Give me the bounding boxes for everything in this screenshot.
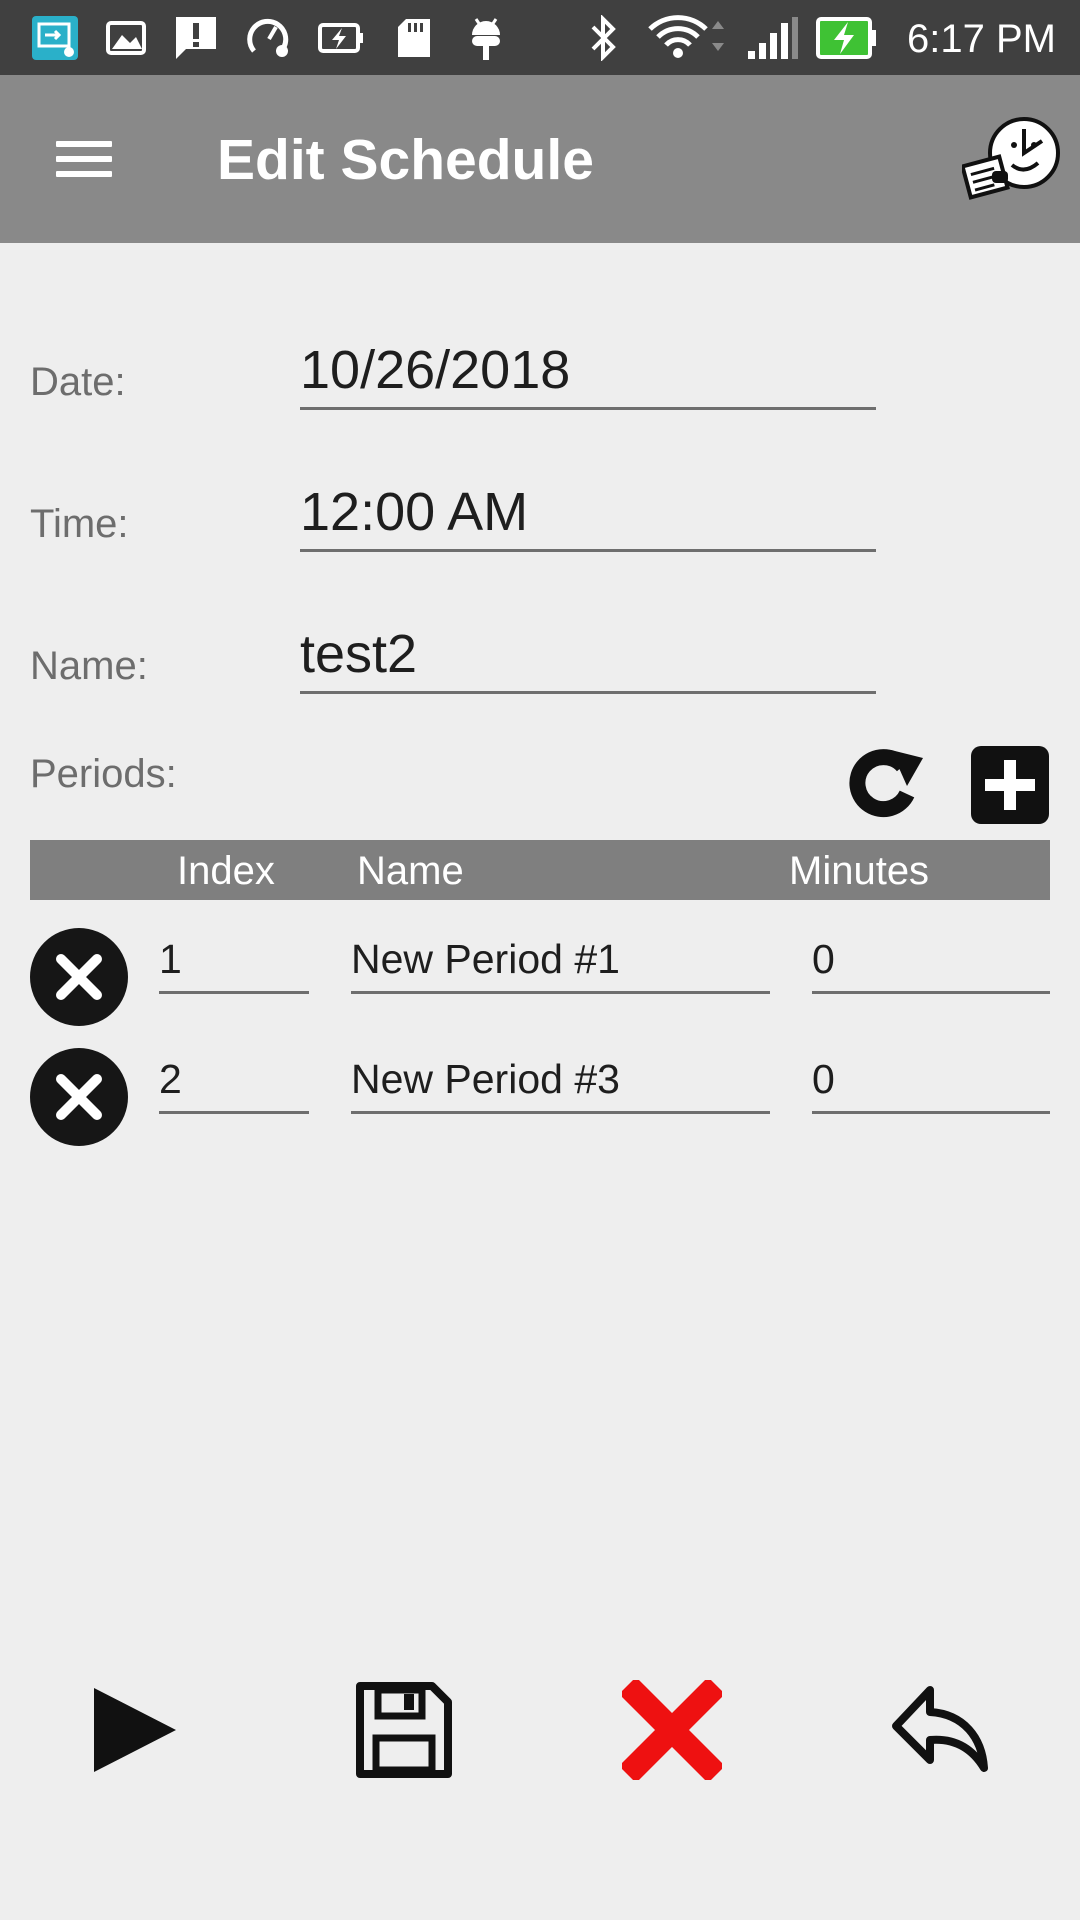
time-field[interactable]: 12:00 AM	[300, 472, 876, 552]
period-name-field[interactable]: New Period #1	[351, 924, 770, 994]
battery-saver-icon	[318, 14, 364, 62]
speed-settings-icon	[246, 14, 292, 62]
android-debug-icon	[466, 14, 506, 62]
name-label: Name:	[30, 644, 148, 688]
page-title: Edit Schedule	[217, 128, 594, 192]
period-minutes-field[interactable]: 0	[812, 924, 1050, 994]
battery-charging-icon	[816, 14, 878, 62]
delete-row-icon[interactable]	[30, 1048, 128, 1146]
periods-table-header: Index Name Minutes	[30, 840, 1050, 900]
date-field[interactable]: 10/26/2018	[300, 330, 876, 410]
save-icon[interactable]	[354, 1680, 454, 1780]
clock-time: 6:17 PM	[907, 17, 1056, 61]
status-bar: 6:17 PM	[0, 0, 1080, 75]
period-name-field[interactable]: New Period #3	[351, 1044, 770, 1114]
time-label: Time:	[30, 502, 129, 546]
image-icon	[106, 14, 146, 62]
column-header-minutes: Minutes	[789, 849, 930, 893]
periods-label: Periods:	[30, 752, 177, 796]
column-header-name: Name	[357, 849, 464, 893]
refresh-icon[interactable]	[845, 742, 925, 826]
period-index-field[interactable]: 1	[159, 924, 309, 994]
delete-x-icon[interactable]	[619, 1677, 725, 1783]
add-icon[interactable]	[971, 746, 1049, 824]
bluetooth-icon	[588, 14, 620, 62]
screen-cast-icon	[30, 14, 80, 62]
alert-message-icon	[172, 14, 220, 62]
period-index-field[interactable]: 2	[159, 1044, 309, 1114]
name-field[interactable]: test2	[300, 614, 876, 694]
reply-back-icon[interactable]	[890, 1680, 990, 1780]
signal-icon	[744, 14, 800, 62]
column-header-index: Index	[177, 849, 275, 893]
period-minutes-field[interactable]: 0	[812, 1044, 1050, 1114]
app-bar: Edit Schedule	[0, 75, 1080, 243]
date-label: Date:	[30, 360, 126, 404]
hamburger-menu-icon[interactable]	[40, 127, 128, 191]
delete-row-icon[interactable]	[30, 928, 128, 1026]
sd-card-icon	[396, 14, 432, 62]
wifi-icon	[648, 14, 732, 62]
clock-mascot-logo	[960, 115, 1062, 203]
play-icon[interactable]	[86, 1680, 186, 1780]
